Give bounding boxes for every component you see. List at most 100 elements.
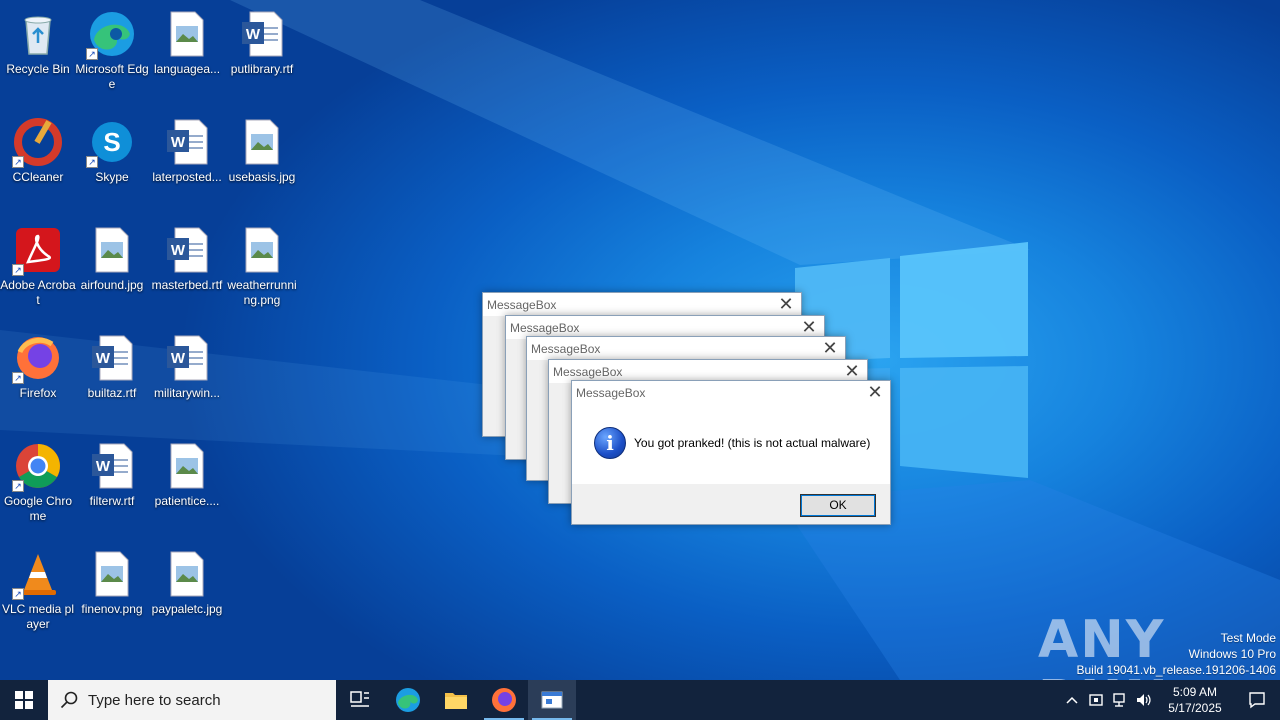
word-document-icon: W	[163, 226, 211, 274]
network-icon[interactable]	[1108, 680, 1132, 720]
svg-text:W: W	[171, 134, 186, 151]
folder-icon	[445, 693, 467, 709]
taskbar-firefox[interactable]	[480, 680, 528, 720]
taskbar: Type here to search 5:09 AM 5/17/2025	[0, 680, 1280, 720]
image-file-icon	[238, 118, 286, 166]
word-document-icon: W	[163, 334, 211, 382]
close-icon[interactable]: ✕	[860, 382, 890, 404]
shortcut-arrow-icon: ↗	[12, 372, 24, 384]
start-button[interactable]	[0, 680, 48, 720]
os-watermark: Test Mode Windows 10 Pro Build 19041.vb_…	[1077, 630, 1277, 678]
edge-icon: ↗	[86, 10, 136, 60]
recycle-bin-icon	[14, 10, 62, 58]
watermark-line: Windows 10 Pro	[1188, 647, 1276, 661]
messagebox-titlebar[interactable]: MessageBox ✕	[483, 293, 801, 316]
search-placeholder: Type here to search	[88, 691, 221, 709]
messagebox-title: MessageBox	[487, 297, 557, 312]
close-icon[interactable]: ✕	[815, 338, 845, 360]
desktop-icon-label: Recycle Bin	[6, 62, 70, 76]
desktop-icon-patientice[interactable]: patientice....	[149, 438, 225, 538]
taskbar-edge[interactable]	[384, 680, 432, 720]
word-document-icon: W	[163, 118, 211, 166]
word-document-icon: W	[238, 10, 286, 58]
desktop-icon-label: Google Chrome	[3, 494, 73, 523]
desktop-icon-firefox[interactable]: ↗ Firefox	[0, 330, 76, 430]
messagebox-message: You got pranked! (this is not actual mal…	[634, 436, 871, 450]
messagebox-title: MessageBox	[510, 320, 580, 335]
desktop-icon-label: usebasis.jpg	[228, 170, 296, 184]
system-tray: 5:09 AM 5/17/2025	[1060, 680, 1280, 720]
taskbar-clock[interactable]: 5:09 AM 5/17/2025	[1156, 684, 1234, 716]
desktop-icon-ccleaner[interactable]: ↗ CCleaner	[0, 114, 76, 214]
desktop-icon-label: CCleaner	[12, 170, 64, 184]
desktop-icon-recycle-bin[interactable]: Recycle Bin	[0, 6, 76, 106]
desktop-icon-militarywin[interactable]: W militarywin...	[149, 330, 225, 430]
messagebox-titlebar[interactable]: MessageBox ✕	[572, 381, 890, 404]
clock-date: 5/17/2025	[1168, 701, 1222, 715]
shortcut-arrow-icon: ↗	[12, 480, 24, 492]
close-icon[interactable]: ✕	[771, 294, 801, 316]
desktop-icon-label: Adobe Acrobat	[0, 278, 76, 307]
desktop-icon-masterbed-rtf[interactable]: W masterbed.rtf	[149, 222, 225, 322]
desktop-icon-paypaletc-jpg[interactable]: paypaletc.jpg	[149, 546, 225, 646]
desktop-icon-usebasis-jpg[interactable]: usebasis.jpg	[224, 114, 300, 214]
task-view-button[interactable]	[336, 680, 384, 720]
firefox-icon	[492, 688, 516, 712]
shortcut-arrow-icon: ↗	[86, 48, 98, 60]
desktop: Recycle Bin ↗ CCleaner ↗ Adobe Acrobat ↗…	[0, 0, 1280, 680]
desktop-icon-label: weatherrunning.png	[227, 278, 297, 307]
desktop-icon-adobe-acrobat[interactable]: ↗ Adobe Acrobat	[0, 222, 76, 322]
image-file-icon	[163, 550, 211, 598]
info-icon: i	[594, 427, 626, 459]
desktop-icon-microsoft-edge[interactable]: ↗ Microsoft Edge	[74, 6, 150, 106]
ok-button[interactable]: OK	[800, 494, 876, 517]
messagebox-title: MessageBox	[553, 364, 623, 379]
desktop-icon-label: putlibrary.rtf	[230, 62, 294, 76]
taskbar-messagebox-app[interactable]	[528, 680, 576, 720]
action-center-icon[interactable]	[1234, 680, 1280, 720]
desktop-icon-label: airfound.jpg	[80, 278, 144, 292]
svg-text:S: S	[103, 127, 120, 157]
svg-text:W: W	[171, 242, 186, 259]
desktop-icon-label: militarywin...	[153, 386, 220, 400]
desktop-icon-weatherrunning-png[interactable]: weatherrunning.png	[224, 222, 300, 322]
messagebox-footer: OK	[572, 484, 890, 524]
desktop-icon-google-chrome[interactable]: ↗ Google Chrome	[0, 438, 76, 538]
messagebox-title: MessageBox	[576, 385, 646, 400]
messagebox-title: MessageBox	[531, 341, 601, 356]
messagebox-window-active[interactable]: MessageBox ✕ i You got pranked! (this is…	[571, 380, 891, 525]
search-icon	[60, 691, 78, 709]
svg-text:W: W	[246, 26, 261, 43]
word-document-icon: W	[88, 442, 136, 490]
desktop-icon-skype[interactable]: S ↗ Skype	[74, 114, 150, 214]
image-file-icon	[163, 442, 211, 490]
google-chrome-icon: ↗	[12, 442, 62, 492]
messagebox-body: i You got pranked! (this is not actual m…	[572, 404, 890, 484]
volume-icon[interactable]	[1132, 680, 1156, 720]
desktop-icon-builtaz-rtf[interactable]: W builtaz.rtf	[74, 330, 150, 430]
desktop-icon-label: languagea...	[153, 62, 221, 76]
desktop-icon-label: patientice....	[154, 494, 220, 508]
image-file-icon	[88, 550, 136, 598]
desktop-icon-label: VLC media player	[1, 602, 75, 631]
desktop-icon-languagea[interactable]: languagea...	[149, 6, 225, 106]
desktop-icon-label: filterw.rtf	[89, 494, 135, 508]
desktop-icon-finenov-png[interactable]: finenov.png	[74, 546, 150, 646]
desktop-icon-airfound-jpg[interactable]: airfound.jpg	[74, 222, 150, 322]
svg-text:W: W	[171, 350, 186, 367]
desktop-icon-label: laterposted...	[152, 170, 222, 184]
taskbar-search-box[interactable]: Type here to search	[48, 680, 336, 720]
desktop-icon-vlc[interactable]: ↗ VLC media player	[0, 546, 76, 646]
shortcut-arrow-icon: ↗	[86, 156, 98, 168]
skype-icon: S ↗	[86, 118, 136, 168]
edge-icon	[396, 688, 420, 712]
security-app-icon[interactable]	[1084, 680, 1108, 720]
chevron-up-icon[interactable]	[1060, 680, 1084, 720]
taskbar-file-explorer[interactable]	[432, 680, 480, 720]
desktop-icon-putlibrary-rtf[interactable]: W putlibrary.rtf	[224, 6, 300, 106]
desktop-icon-filterw-rtf[interactable]: W filterw.rtf	[74, 438, 150, 538]
image-file-icon	[88, 226, 136, 274]
desktop-icon-laterposted[interactable]: W laterposted...	[149, 114, 225, 214]
word-document-icon: W	[88, 334, 136, 382]
messagebox-titlebar[interactable]: MessageBox ✕	[527, 337, 845, 360]
